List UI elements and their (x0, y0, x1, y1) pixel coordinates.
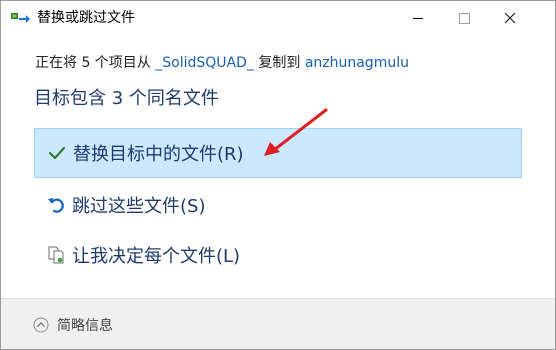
close-icon (504, 12, 516, 24)
replace-files-label: 替换目标中的文件(R) (73, 144, 244, 165)
copy-status-line: 正在将 5 个项目从 _SolidSQUAD_ 复制到 anzhunagmulu (35, 53, 409, 73)
fewer-details-button[interactable]: 简略信息 (33, 315, 113, 335)
minimize-button[interactable] (395, 1, 441, 35)
conflict-heading: 目标包含 3 个同名文件 (34, 88, 219, 109)
fewer-details-label: 简略信息 (57, 318, 113, 334)
undo-icon (46, 195, 66, 215)
compare-files-icon (46, 245, 66, 265)
chevron-up-circle-icon (33, 317, 49, 333)
close-button[interactable] (487, 1, 533, 35)
maximize-icon (458, 12, 470, 24)
copy-middle-text: 复制到 (258, 55, 301, 71)
destination-folder-link[interactable]: anzhunagmulu (305, 55, 409, 71)
window-title: 替换或跳过文件 (37, 10, 135, 26)
replace-or-skip-dialog: 替换或跳过文件 正在将 5 个项目从 _SolidSQUAD_ 复制到 anzh… (0, 0, 556, 350)
dialog-footer: 简略信息 (1, 299, 555, 349)
copy-files-icon (11, 13, 30, 23)
check-icon (47, 143, 67, 163)
source-folder-link[interactable]: _SolidSQUAD_ (155, 55, 254, 71)
maximize-button[interactable] (441, 1, 487, 35)
minimize-icon (413, 17, 423, 19)
decide-each-file-label: 让我决定每个文件(L) (72, 246, 241, 267)
skip-files-option[interactable]: 跳过这些文件(S) (34, 180, 522, 230)
copy-prefix-text: 正在将 5 个项目从 (35, 55, 151, 71)
replace-files-option[interactable]: 替换目标中的文件(R) (34, 128, 522, 178)
title-bar[interactable]: 替换或跳过文件 (1, 1, 555, 35)
skip-files-label: 跳过这些文件(S) (72, 196, 206, 217)
decide-each-file-option[interactable]: 让我决定每个文件(L) (34, 230, 522, 280)
